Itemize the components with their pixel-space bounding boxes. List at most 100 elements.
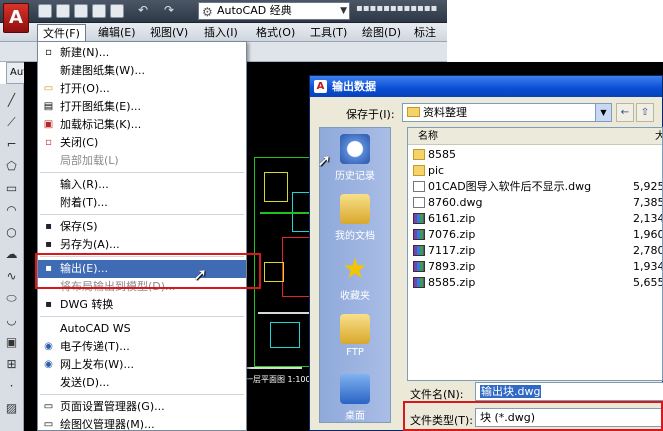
menu-send[interactable]: 发送(D)... bbox=[38, 374, 246, 392]
folder-icon bbox=[407, 107, 420, 117]
menu-separator bbox=[40, 394, 244, 395]
menu-separator bbox=[40, 316, 244, 317]
menu-load-markup[interactable]: ▣ 加载标记集(K)... bbox=[38, 116, 246, 134]
zip-file-icon bbox=[413, 229, 425, 240]
menu-dwg-convert[interactable]: ▪ DWG 转换 bbox=[38, 296, 246, 314]
menu-publish-web[interactable]: ◉ 网上发布(W)... bbox=[38, 356, 246, 374]
list-item[interactable]: 7893.zip 1,934 bbox=[408, 259, 662, 275]
new-icon[interactable] bbox=[38, 4, 52, 18]
my-documents-icon bbox=[340, 194, 370, 224]
menu-attach[interactable]: 附着(T)... bbox=[38, 194, 246, 212]
redo-icon[interactable]: ↷ bbox=[164, 4, 178, 18]
place-my-documents[interactable]: 我的文档 bbox=[320, 188, 390, 248]
history-icon bbox=[340, 134, 370, 164]
print-icon[interactable] bbox=[110, 4, 124, 18]
menu-dimension[interactable]: 标注 bbox=[409, 24, 441, 41]
up-folder-icon[interactable]: ⇧ bbox=[636, 103, 654, 122]
menu-autocad-ws[interactable]: AutoCAD WS bbox=[38, 320, 246, 338]
menu-separator bbox=[40, 214, 244, 215]
menu-partial-load: 局部加载(L) bbox=[60, 154, 119, 167]
insert-block-icon[interactable]: ▣ bbox=[3, 334, 20, 351]
filetype-highlight-box bbox=[403, 401, 663, 431]
close-file-icon: ▫ bbox=[45, 137, 52, 148]
list-item[interactable]: 8585 bbox=[408, 147, 662, 163]
menu-tools[interactable]: 工具(T) bbox=[305, 24, 352, 41]
chevron-down-icon: ▼ bbox=[340, 6, 347, 16]
list-item[interactable]: 6161.zip 2,134 bbox=[408, 211, 662, 227]
menu-page-setup[interactable]: ▭ 页面设置管理器(G)... bbox=[38, 398, 246, 416]
page-setup-icon: ▭ bbox=[43, 401, 54, 412]
place-ftp[interactable]: FTP bbox=[320, 308, 390, 368]
undo-icon[interactable]: ↶ bbox=[138, 4, 152, 18]
zip-file-icon bbox=[413, 245, 425, 256]
list-item[interactable]: 01CAD图导入软件后不显示.dwg 5,925 bbox=[408, 179, 662, 195]
spline-icon[interactable]: ∿ bbox=[3, 268, 20, 285]
title-bar: ↶ ↷ ⚙ AutoCAD 经典 ▼ ▪▪▪▪▪▪▪▪▪▪▪▪ bbox=[0, 0, 447, 23]
zip-file-icon bbox=[413, 277, 425, 288]
ellipse-icon[interactable]: ⬭ bbox=[3, 290, 20, 307]
favorites-icon: ★ bbox=[342, 252, 368, 285]
dialog-title: 输出数据 bbox=[310, 76, 662, 97]
menu-new-sheetset[interactable]: 新建图纸集(W)... bbox=[38, 62, 246, 80]
make-block-icon[interactable]: ⊞ bbox=[3, 356, 20, 373]
desktop-icon bbox=[340, 374, 370, 404]
circle-icon[interactable]: ○ bbox=[3, 224, 20, 241]
chevron-down-icon: ▼ bbox=[595, 104, 611, 121]
ellipse-arc-icon[interactable]: ◡ bbox=[3, 312, 20, 329]
list-item[interactable]: 7117.zip 2,780 bbox=[408, 243, 662, 259]
column-name[interactable]: 名称 bbox=[418, 128, 438, 145]
point-icon[interactable]: · bbox=[3, 378, 20, 395]
save-in-value: 资料整理 bbox=[423, 106, 467, 119]
title-toolbar-icons: ▪▪▪▪▪▪▪▪▪▪▪▪ bbox=[356, 3, 438, 14]
menu-plotter-manager[interactable]: ▭ 绘图仪管理器(M)... bbox=[38, 416, 246, 431]
list-item[interactable]: 8760.dwg 7,385 bbox=[408, 195, 662, 211]
workspace-dropdown[interactable]: ⚙ AutoCAD 经典 ▼ bbox=[198, 2, 350, 20]
menu-close[interactable]: ▫ 关闭(C) bbox=[38, 134, 246, 152]
menu-save-as[interactable]: ▪ 另存为(A)... bbox=[38, 236, 246, 254]
menu-open[interactable]: ▭ 打开(O)... bbox=[38, 80, 246, 98]
list-item[interactable]: pic bbox=[408, 163, 662, 179]
polygon-icon[interactable]: ⬠ bbox=[3, 158, 20, 175]
filename-value: 输出块.dwg bbox=[480, 385, 542, 398]
menu-insert[interactable]: 插入(I) bbox=[199, 24, 243, 41]
menu-import[interactable]: 输入(R)... bbox=[38, 176, 246, 194]
autocad-logo[interactable]: A bbox=[3, 3, 29, 33]
dwg-file-icon bbox=[413, 181, 425, 192]
menu-etransmit[interactable]: ◉ 电子传递(T)... bbox=[38, 338, 246, 356]
workspace-name: AutoCAD 经典 bbox=[217, 4, 292, 17]
construction-line-icon[interactable]: ⟋ bbox=[3, 114, 20, 131]
list-item[interactable]: 7076.zip 1,960 bbox=[408, 227, 662, 243]
drawing-caption: 一层平面图 1:100 bbox=[245, 375, 311, 384]
save-icon[interactable] bbox=[74, 4, 88, 18]
menu-format[interactable]: 格式(O) bbox=[251, 24, 300, 41]
plotter-icon: ▭ bbox=[43, 419, 54, 430]
filename-input[interactable]: 输出块.dwg bbox=[475, 382, 663, 401]
menu-edit[interactable]: 编辑(E) bbox=[93, 24, 141, 41]
hatch-icon[interactable]: ▨ bbox=[3, 400, 20, 417]
menu-new[interactable]: ▫ 新建(N)... bbox=[38, 44, 246, 62]
place-desktop[interactable]: 桌面 bbox=[320, 368, 390, 422]
list-item[interactable]: 8585.zip 5,655 bbox=[408, 275, 662, 291]
column-size[interactable]: 大 bbox=[655, 128, 662, 145]
revcloud-icon[interactable]: ☁ bbox=[3, 246, 20, 263]
menu-open-sheetset[interactable]: ▤ 打开图纸集(E)... bbox=[38, 98, 246, 116]
back-icon[interactable]: ← bbox=[616, 103, 634, 122]
line-tool-icon[interactable]: ╱ bbox=[3, 92, 20, 109]
menu-file[interactable]: 文件(F) bbox=[37, 24, 86, 41]
menu-view[interactable]: 视图(V) bbox=[145, 24, 193, 41]
place-favorites[interactable]: ★ 收藏夹 bbox=[320, 248, 390, 308]
save-as-icon[interactable] bbox=[92, 4, 106, 18]
open-icon[interactable] bbox=[56, 4, 70, 18]
menu-save[interactable]: ▪ 保存(S) bbox=[38, 218, 246, 236]
dwg-convert-icon: ▪ bbox=[45, 299, 52, 310]
folder-icon bbox=[413, 165, 425, 176]
menu-draw[interactable]: 绘图(D) bbox=[357, 24, 406, 41]
polyline-icon[interactable]: ⌐ bbox=[3, 136, 20, 153]
rectangle-icon[interactable]: ▭ bbox=[3, 180, 20, 197]
file-list[interactable]: 名称 大 8585 pic 01CAD图导入软件后不显示.dwg5,925 87… bbox=[407, 127, 663, 381]
markup-icon: ▣ bbox=[43, 119, 54, 130]
dwg-file-icon bbox=[413, 197, 425, 208]
save-in-dropdown[interactable]: 资料整理 ▼ bbox=[402, 103, 612, 122]
open-sheetset-icon: ▤ bbox=[43, 101, 54, 112]
arc-icon[interactable]: ◠ bbox=[3, 202, 20, 219]
